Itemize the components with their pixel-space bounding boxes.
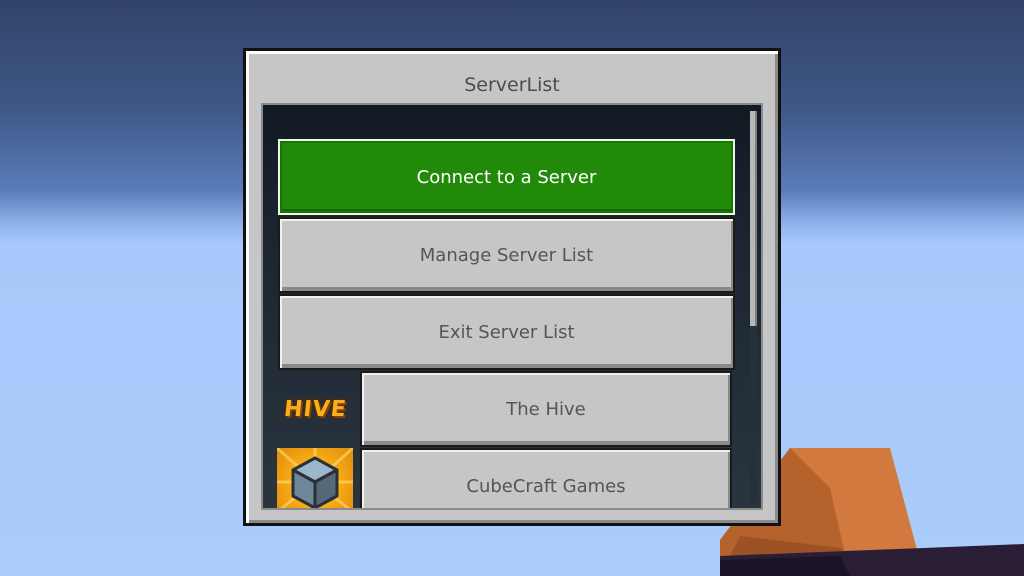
- connect-to-server-button[interactable]: Connect to a Server: [278, 139, 735, 215]
- game-scene: ServerList Connect to a Server Manage Se…: [0, 0, 1024, 576]
- manage-button-label: Manage Server List: [419, 244, 594, 266]
- server-name: The Hive: [506, 398, 586, 420]
- cubecraft-cube-icon: [277, 448, 353, 508]
- server-button-cubecraft[interactable]: CubeCraft Games: [360, 448, 732, 508]
- dialog-title: ServerList: [464, 74, 560, 96]
- connect-button-label: Connect to a Server: [416, 166, 597, 188]
- scrollbar-thumb[interactable]: [750, 111, 757, 326]
- server-list-area: Connect to a Server Manage Server List E…: [261, 103, 763, 510]
- hive-logo-text: HIVE: [282, 396, 348, 422]
- exit-button-label: Exit Server List: [438, 321, 575, 343]
- server-list-dialog: ServerList Connect to a Server Manage Se…: [243, 48, 781, 526]
- exit-server-list-button[interactable]: Exit Server List: [278, 294, 735, 370]
- scrollbar-track[interactable]: [750, 111, 757, 503]
- server-name: CubeCraft Games: [466, 475, 626, 497]
- cubecraft-icon: [275, 448, 355, 508]
- hive-logo-icon: HIVE: [275, 371, 355, 447]
- server-row-hive: HIVE The Hive: [275, 371, 734, 447]
- manage-server-list-button[interactable]: Manage Server List: [278, 217, 735, 293]
- server-row-cubecraft: CubeCraft Games: [275, 448, 734, 508]
- server-button-hive[interactable]: The Hive: [360, 371, 732, 447]
